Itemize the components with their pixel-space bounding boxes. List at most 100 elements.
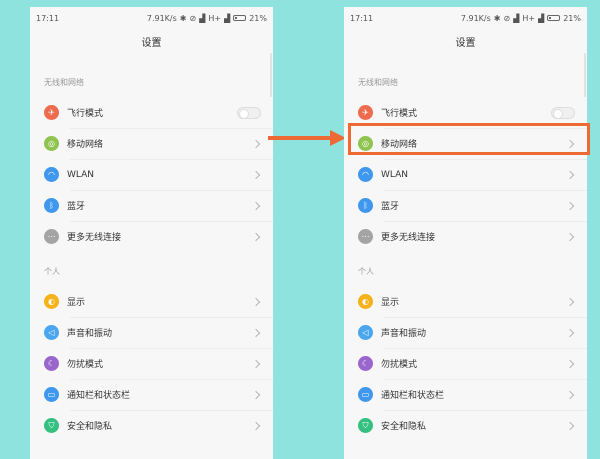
item-label: 通知栏和状态栏 (67, 391, 131, 401)
bluetooth-icon: ᛒ (358, 198, 373, 213)
shield-icon: ⛉ (44, 418, 59, 433)
settings-item-more-wireless[interactable]: ⋯ 更多无线连接 (344, 221, 587, 252)
battery-icon (233, 15, 247, 21)
item-label: 声音和振动 (381, 329, 427, 339)
chevron-right-icon (251, 170, 261, 179)
chevron-right-icon (251, 390, 261, 399)
settings-item-sound[interactable]: ◁ 声音和振动 (30, 317, 273, 348)
sound-icon: ◁ (44, 325, 59, 340)
network-type: H+ (208, 13, 222, 23)
moon-icon: ☾ (358, 356, 373, 371)
settings-item-more-wireless[interactable]: ⋯ 更多无线连接 (30, 221, 273, 252)
signal-icon: ▟ (513, 13, 520, 23)
settings-item-wlan[interactable]: ◠ WLAN (344, 159, 587, 190)
settings-item-do-not-disturb[interactable]: ☾ 勿扰模式 (344, 348, 587, 379)
item-label: WLAN (381, 169, 409, 180)
settings-item-wlan[interactable]: ◠ WLAN (30, 159, 273, 190)
item-label: 飞行模式 (381, 109, 418, 119)
item-label: 更多无线连接 (67, 233, 122, 243)
chevron-right-icon (251, 328, 261, 337)
settings-screen-left: 17:11 7.91K/s ✱ ⊘ ▟ H+ ▟ 21% 设置 无线和网络 ✈ … (30, 7, 273, 459)
mute-icon: ⊘ (503, 13, 511, 23)
section-header-personal: 个人 (44, 267, 60, 276)
wifi-icon: ◠ (358, 167, 373, 182)
mute-icon: ⊘ (189, 13, 197, 23)
chevron-right-icon (565, 139, 575, 148)
chevron-right-icon (251, 421, 261, 430)
settings-item-mobile-network[interactable]: ◎ 移动网络 (344, 128, 587, 159)
item-label: WLAN (67, 169, 95, 180)
settings-item-display[interactable]: ◐ 显示 (344, 286, 587, 317)
settings-item-sound[interactable]: ◁ 声音和振动 (344, 317, 587, 348)
item-label: 蓝牙 (381, 202, 400, 212)
mobile-network-icon: ◎ (358, 136, 373, 151)
item-label: 移动网络 (381, 140, 418, 150)
chevron-right-icon (565, 170, 575, 179)
status-bar: 17:11 7.91K/s ✱ ⊘ ▟ H+ ▟ 21% (344, 7, 587, 29)
display-icon: ◐ (358, 294, 373, 309)
settings-item-notification[interactable]: ▭ 通知栏和状态栏 (30, 379, 273, 410)
chevron-right-icon (565, 359, 575, 368)
item-label: 通知栏和状态栏 (381, 391, 445, 401)
notification-icon: ▭ (358, 387, 373, 402)
status-time: 17:11 (350, 13, 374, 23)
battery-icon (547, 15, 561, 21)
settings-item-display[interactable]: ◐ 显示 (30, 286, 273, 317)
mobile-network-icon: ◎ (44, 136, 59, 151)
page-title: 设置 (141, 37, 162, 49)
section-header-wireless: 无线和网络 (358, 78, 398, 87)
chevron-right-icon (251, 201, 261, 210)
sound-icon: ◁ (358, 325, 373, 340)
chevron-right-icon (565, 232, 575, 241)
settings-item-security[interactable]: ⛉ 安全和隐私 (30, 410, 273, 441)
arrow-right-icon (268, 130, 346, 146)
settings-item-airplane-mode[interactable]: ✈ 飞行模式 (30, 97, 273, 128)
wifi-icon: ◠ (44, 167, 59, 182)
battery-percent: 21% (563, 13, 581, 23)
item-label: 安全和隐私 (67, 422, 113, 432)
item-label: 飞行模式 (67, 109, 104, 119)
item-label: 蓝牙 (67, 202, 86, 212)
chevron-right-icon (251, 232, 261, 241)
settings-item-mobile-network[interactable]: ◎ 移动网络 (30, 128, 273, 159)
airplane-icon: ✈ (44, 105, 59, 120)
battery-percent: 21% (249, 13, 267, 23)
section-header-wireless: 无线和网络 (44, 78, 84, 87)
item-label: 更多无线连接 (381, 233, 436, 243)
network-speed: 7.91K/s (460, 13, 491, 23)
item-label: 移动网络 (67, 140, 104, 150)
bluetooth-status-icon: ✱ (179, 13, 187, 23)
chevron-right-icon (251, 139, 261, 148)
settings-item-airplane-mode[interactable]: ✈ 飞行模式 (344, 97, 587, 128)
status-time: 17:11 (36, 13, 60, 23)
item-label: 安全和隐私 (381, 422, 427, 432)
notification-icon: ▭ (44, 387, 59, 402)
chevron-right-icon (251, 359, 261, 368)
airplane-mode-toggle[interactable] (237, 106, 261, 119)
item-label: 声音和振动 (67, 329, 113, 339)
moon-icon: ☾ (44, 356, 59, 371)
shield-icon: ⛉ (358, 418, 373, 433)
chevron-right-icon (565, 297, 575, 306)
item-label: 勿扰模式 (67, 360, 104, 370)
bluetooth-icon: ᛒ (44, 198, 59, 213)
network-speed: 7.91K/s (146, 13, 177, 23)
settings-item-bluetooth[interactable]: ᛒ 蓝牙 (30, 190, 273, 221)
chevron-right-icon (251, 297, 261, 306)
chevron-right-icon (565, 201, 575, 210)
airplane-mode-toggle[interactable] (551, 106, 575, 119)
page-title: 设置 (455, 37, 476, 49)
settings-screen-right: 17:11 7.91K/s ✱ ⊘ ▟ H+ ▟ 21% 设置 无线和网络 ✈ … (344, 7, 587, 459)
chevron-right-icon (565, 390, 575, 399)
signal-icon-2: ▟ (538, 13, 545, 23)
settings-item-do-not-disturb[interactable]: ☾ 勿扰模式 (30, 348, 273, 379)
chevron-right-icon (565, 328, 575, 337)
signal-icon: ▟ (199, 13, 206, 23)
more-icon: ⋯ (44, 229, 59, 244)
settings-item-bluetooth[interactable]: ᛒ 蓝牙 (344, 190, 587, 221)
settings-item-security[interactable]: ⛉ 安全和隐私 (344, 410, 587, 441)
network-type: H+ (522, 13, 536, 23)
status-bar: 17:11 7.91K/s ✱ ⊘ ▟ H+ ▟ 21% (30, 7, 273, 29)
settings-item-notification[interactable]: ▭ 通知栏和状态栏 (344, 379, 587, 410)
more-icon: ⋯ (358, 229, 373, 244)
